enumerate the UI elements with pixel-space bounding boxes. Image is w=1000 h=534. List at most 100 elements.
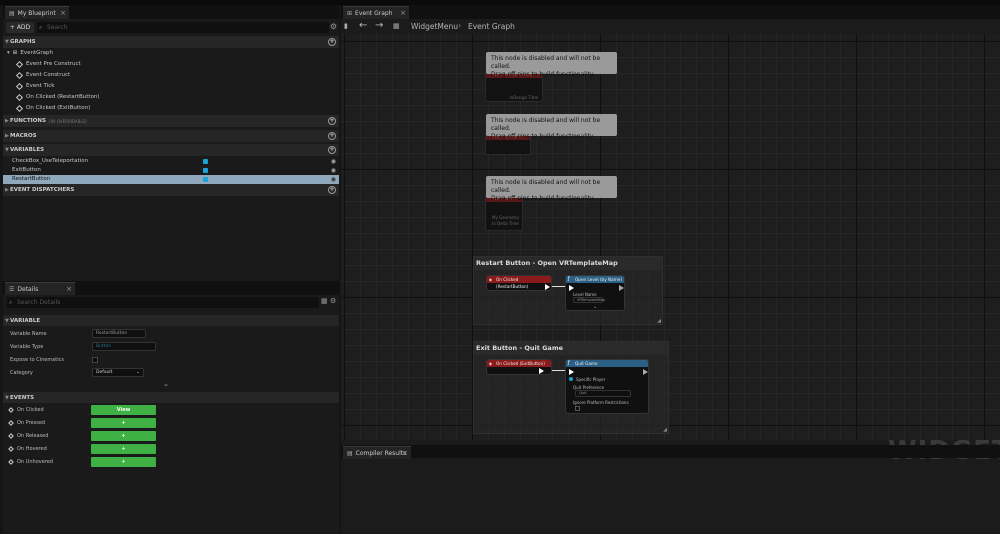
chevron-right-icon: ▶ (5, 118, 9, 124)
add-dispatcher-icon[interactable]: + (328, 186, 336, 194)
details-icon: ☰ (9, 285, 15, 293)
variable-type-select[interactable]: Button (92, 342, 156, 351)
function-node-quit-game[interactable]: Quit Game ƒ Specific Player Quit Prefere… (565, 359, 649, 414)
add-function-icon[interactable]: + (328, 117, 336, 125)
tab-compiler-results[interactable]: ▤ Compiler Results × (343, 446, 411, 459)
graph-item-event-construct[interactable]: Event Construct (15, 71, 70, 79)
exec-in-pin[interactable] (569, 285, 574, 291)
on-clicked-view-button[interactable]: View (91, 405, 156, 415)
section-label: VARIABLE (10, 317, 41, 324)
tab-details[interactable]: ☰ Details × (5, 282, 75, 295)
exec-out-pin[interactable] (643, 369, 648, 375)
event-node-exit[interactable]: On Clicked (ExitButton) ◈ (486, 359, 552, 375)
category-dropdown[interactable]: Default ⌄ (92, 368, 144, 377)
chevron-down-icon[interactable]: ⌄ (593, 304, 597, 310)
function-node-open-level[interactable]: Open Level (by Name) ƒ Level Name VRTemp… (565, 275, 625, 311)
close-icon[interactable]: × (60, 9, 66, 17)
graph-item-event-tick[interactable]: Event Tick (15, 82, 54, 90)
plus-icon: + (121, 459, 126, 465)
tab-my-blueprint[interactable]: ▤ My Blueprint × (5, 6, 69, 19)
add-macro-icon[interactable]: + (328, 132, 336, 140)
gear-icon[interactable]: ⚙ (330, 297, 336, 305)
expose-checkbox[interactable] (92, 357, 98, 363)
node-title: Open Level (by Name) (566, 276, 624, 283)
object-pin[interactable] (569, 377, 573, 381)
search-input[interactable]: ⌕ Search (37, 22, 329, 33)
node-title: Quit Game (566, 360, 648, 367)
event-icon (15, 82, 24, 90)
table-view-icon[interactable]: ▦ (321, 297, 328, 305)
quit-preference-dropdown[interactable]: Quit (575, 390, 631, 397)
add-button[interactable]: + ADD (6, 22, 34, 33)
resize-handle-icon[interactable]: ◢ (657, 318, 661, 324)
exec-out-pin[interactable] (619, 285, 624, 291)
event-row-label: On Pressed (8, 420, 45, 426)
event-label: On Hovered (17, 446, 47, 452)
dropdown-value: Quit (579, 391, 587, 395)
graph-item-on-clicked-exit[interactable]: On Clicked (ExitButton) (15, 104, 90, 112)
add-label: ADD (16, 24, 31, 31)
variable-label: CheckBox_UseTeleportation (12, 158, 89, 164)
plus-icon: + (121, 420, 126, 426)
tab-label: Compiler Results (355, 449, 407, 457)
details-search-input[interactable]: ⌕ Search Details (7, 297, 319, 308)
event-icon (15, 93, 24, 101)
close-icon[interactable]: × (402, 449, 408, 457)
variable-row[interactable]: ExitButton ◉ (3, 166, 339, 175)
event-label: On Released (17, 433, 49, 439)
variable-type-value: Button (96, 344, 112, 349)
graph-item-on-clicked-restart[interactable]: On Clicked (RestartButton) (15, 93, 100, 101)
event-icon (8, 446, 14, 452)
section-variables[interactable]: ▼ VARIABLES + (3, 144, 339, 156)
section-functions[interactable]: ▶ FUNCTIONS (90 OVERRIDABLE) + (3, 115, 339, 127)
exec-out-pin[interactable] (545, 284, 550, 290)
exec-out-pin[interactable] (539, 368, 544, 374)
graph-canvas[interactable]: Event Pre Construct IsDesign Time This n… (341, 34, 1000, 466)
details-tabbar: ☰ Details × (3, 281, 339, 295)
eye-icon[interactable]: ◉ (331, 157, 336, 166)
section-graphs[interactable]: ▼ GRAPHS + (3, 36, 339, 48)
node-pin-label: IsDesign Time (510, 95, 539, 100)
add-graph-icon[interactable]: + (328, 38, 336, 46)
expand-advanced-icon[interactable]: ⌄ (163, 380, 169, 388)
row-expose-cinematics: Expose to Cinematics (3, 354, 339, 366)
variable-label: ExitButton (12, 167, 41, 173)
on-unhovered-add-button[interactable]: + (91, 457, 156, 467)
node-title: On Clicked (RestartButton) (487, 276, 551, 289)
eye-icon[interactable]: ◉ (331, 166, 336, 175)
breadcrumb-leaf: Event Graph (468, 22, 515, 31)
variable-name-field[interactable]: RestartButton (92, 329, 146, 338)
event-row-label: On Released (8, 433, 49, 439)
graph-item-event-pre-construct[interactable]: Event Pre Construct (15, 60, 81, 68)
on-hovered-add-button[interactable]: + (91, 444, 156, 454)
variable-row[interactable]: CheckBox_UseTeleportation ◉ (3, 157, 339, 166)
section-macros[interactable]: ▶ MACROS + (3, 130, 339, 142)
breadcrumb-root[interactable]: WidgetMenu (411, 22, 458, 31)
compiler-tabbar: ▤ Compiler Results × (341, 445, 1000, 459)
field-label: Category (10, 370, 33, 376)
close-icon[interactable]: × (400, 9, 406, 17)
section-variable[interactable]: ▼ VARIABLE (3, 315, 339, 326)
on-pressed-add-button[interactable]: + (91, 418, 156, 428)
eye-icon[interactable]: ◉ (331, 175, 336, 184)
add-variable-icon[interactable]: + (328, 146, 336, 154)
resize-handle-icon[interactable]: ◢ (663, 427, 667, 433)
level-name-input[interactable]: VRTemplateMap (573, 297, 605, 303)
on-released-add-button[interactable]: + (91, 431, 156, 441)
variable-row-selected[interactable]: RestartButton ◉ (3, 175, 339, 184)
event-node-restart[interactable]: On Clicked (RestartButton) ◈ (486, 275, 552, 291)
exec-in-pin[interactable] (569, 369, 574, 375)
gear-icon[interactable]: ⚙ (330, 22, 337, 31)
tab-event-graph[interactable]: ⊞ Event Graph × (343, 6, 409, 19)
section-event-dispatchers[interactable]: ▶ EVENT DISPATCHERS + (3, 184, 339, 196)
back-arrow-icon[interactable]: ← (359, 20, 367, 31)
function-icon: ƒ (568, 360, 570, 366)
event-icon (15, 104, 24, 112)
tab-label: Event Graph (355, 9, 393, 17)
close-icon[interactable]: × (66, 285, 72, 293)
graph-item-eventgraph[interactable]: ▾ ⊞ EventGraph (7, 50, 53, 56)
forward-arrow-icon[interactable]: → (375, 20, 383, 31)
section-events[interactable]: ▼ EVENTS (3, 392, 339, 403)
ignore-platform-checkbox[interactable] (575, 406, 580, 411)
variable-type-pill (203, 159, 208, 164)
